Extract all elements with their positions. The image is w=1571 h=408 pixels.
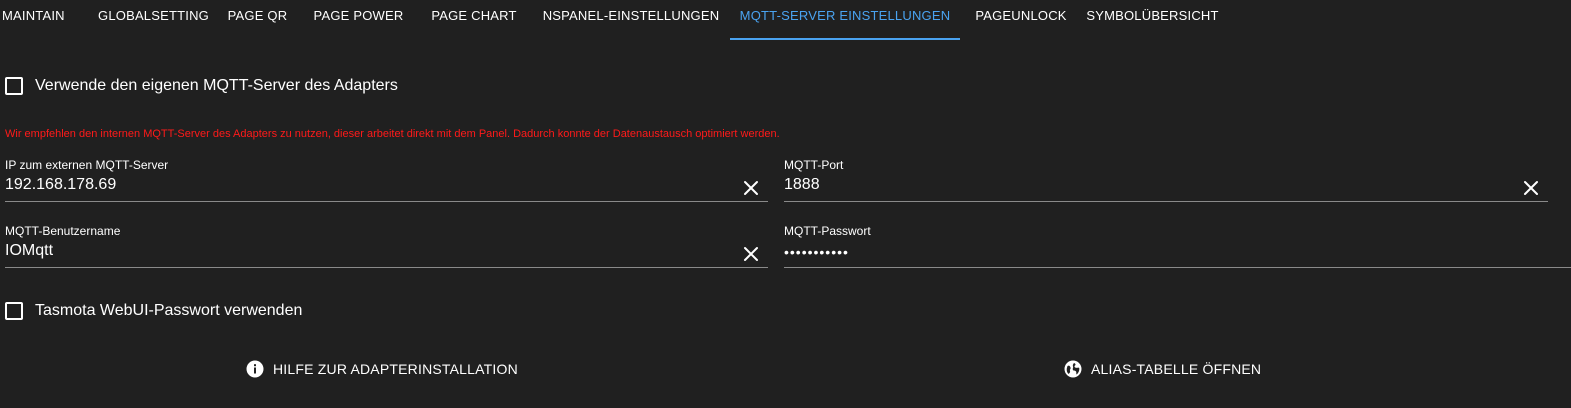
tab-page-power[interactable]: PAGE POWER	[301, 0, 416, 40]
tab-mqtt-server-einstellungen[interactable]: MQTT-SERVER EINSTELLUNGEN	[730, 0, 960, 40]
help-installation-label: HILFE ZUR ADAPTERINSTALLATION	[273, 361, 518, 377]
globe-icon	[1064, 360, 1082, 378]
username-input[interactable]: IOMqtt	[5, 238, 768, 268]
password-field-label: MQTT-Passwort	[784, 224, 871, 238]
clear-port-icon[interactable]	[1522, 179, 1540, 197]
username-input-value: IOMqtt	[5, 242, 54, 259]
mqtt-settings-page: MAINTAIN GLOBALSETTING PAGE QR PAGE POWE…	[0, 0, 1571, 408]
use-internal-mqtt-label: Verwende den eigenen MQTT-Server des Ada…	[35, 77, 398, 94]
tasmota-password-row[interactable]: Tasmota WebUI-Passwort verwenden	[5, 302, 302, 320]
port-input-value: 1888	[784, 176, 820, 193]
tasmota-password-label: Tasmota WebUI-Passwort verwenden	[35, 302, 303, 319]
ip-field-label: IP zum externen MQTT-Server	[5, 158, 169, 172]
info-icon	[246, 360, 264, 378]
username-field: MQTT-Benutzername IOMqtt	[5, 224, 768, 274]
tasmota-password-checkbox[interactable]	[5, 302, 23, 320]
tab-maintain[interactable]: MAINTAIN	[0, 0, 93, 40]
ip-input-value: 192.168.178.69	[5, 176, 117, 193]
ip-field: IP zum externen MQTT-Server 192.168.178.…	[5, 158, 768, 208]
tab-nspanel-einstellungen[interactable]: NSPANEL-EINSTELLUNGEN	[532, 0, 730, 40]
use-internal-mqtt-checkbox[interactable]	[5, 77, 23, 95]
open-alias-table-button[interactable]: ALIAS-TABELLE ÖFFNEN	[1064, 356, 1261, 382]
tab-bar: MAINTAIN GLOBALSETTING PAGE QR PAGE POWE…	[0, 0, 1571, 40]
open-alias-table-label: ALIAS-TABELLE ÖFFNEN	[1091, 361, 1262, 377]
tab-page-chart[interactable]: PAGE CHART	[416, 0, 532, 40]
use-internal-mqtt-row[interactable]: Verwende den eigenen MQTT-Server des Ada…	[5, 77, 398, 95]
ip-input[interactable]: 192.168.178.69	[5, 172, 768, 202]
tab-page-qr[interactable]: PAGE QR	[214, 0, 301, 40]
tab-pageunlock[interactable]: PAGEUNLOCK	[960, 0, 1082, 40]
clear-ip-icon[interactable]	[742, 179, 760, 197]
port-field-label: MQTT-Port	[784, 158, 844, 172]
port-field: MQTT-Port 1888	[784, 158, 1548, 208]
clear-username-icon[interactable]	[742, 245, 760, 263]
help-installation-button[interactable]: HILFE ZUR ADAPTERINSTALLATION	[246, 356, 518, 382]
tab-globalsetting[interactable]: GLOBALSETTING	[93, 0, 214, 40]
password-field: MQTT-Passwort •••••••••••	[784, 224, 1571, 274]
password-input-value: •••••••••••	[784, 244, 849, 260]
mqtt-hint-text: Wir empfehlen den internen MQTT-Server d…	[5, 128, 780, 140]
port-input[interactable]: 1888	[784, 172, 1548, 202]
password-input[interactable]: •••••••••••	[784, 238, 1571, 268]
username-field-label: MQTT-Benutzername	[5, 224, 121, 238]
tab-symboluebersicht[interactable]: SYMBOLÜBERSICHT	[1082, 0, 1223, 40]
